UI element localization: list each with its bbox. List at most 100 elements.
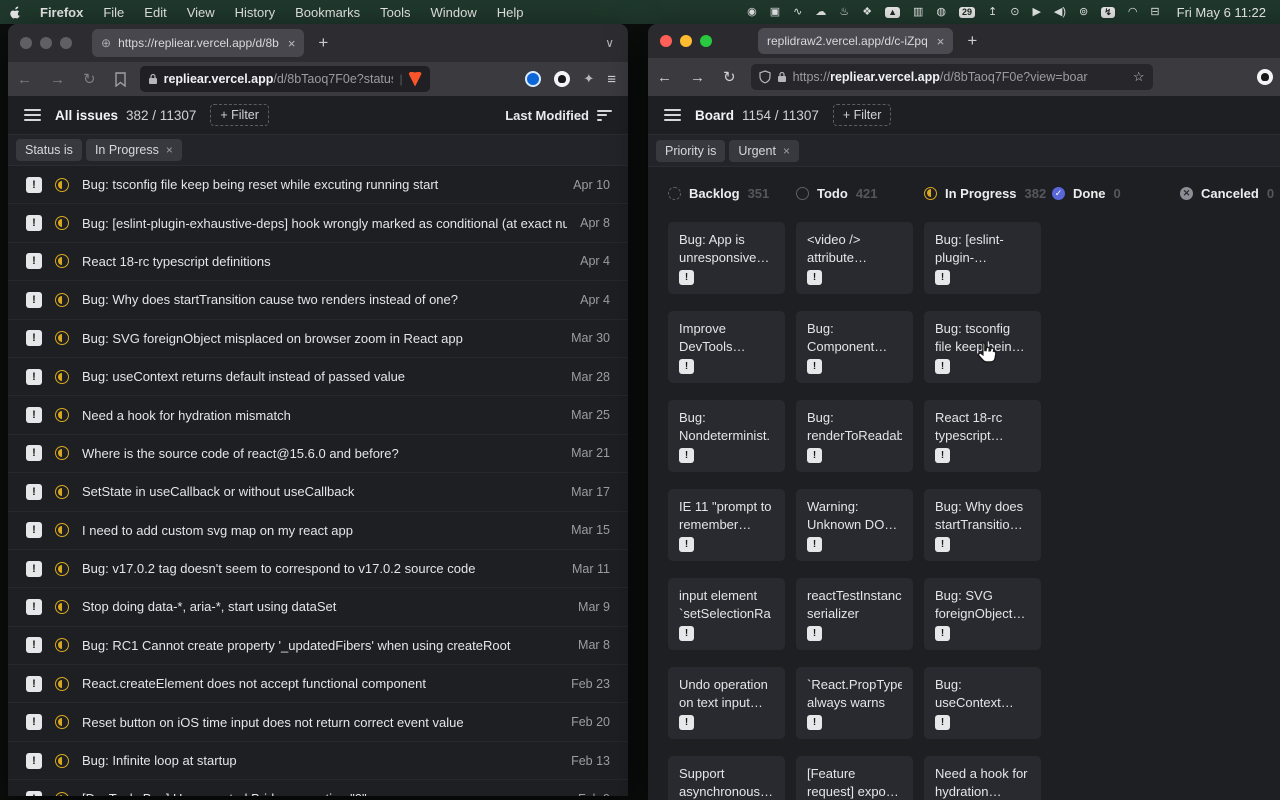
priority-urgent-icon[interactable]: ! [679, 359, 694, 374]
priority-urgent-icon[interactable]: ! [679, 270, 694, 285]
filter-chip[interactable]: In Progress × [86, 139, 182, 161]
priority-urgent-icon[interactable]: ! [807, 626, 822, 641]
status-in-progress-icon[interactable] [55, 331, 69, 345]
menu-history[interactable]: History [225, 5, 285, 20]
apple-menu-icon[interactable] [0, 5, 30, 20]
menu-tools[interactable]: Tools [370, 5, 420, 20]
menu-window[interactable]: Window [421, 5, 487, 20]
status-in-progress-icon[interactable] [55, 562, 69, 576]
board-card[interactable]: Bug: renderToReadab ! [796, 400, 913, 472]
control-center-icon[interactable]: ⊟ [1150, 7, 1159, 18]
forward-button[interactable]: → [681, 69, 714, 86]
issue-row[interactable]: ! I need to add custom svg map on my rea… [8, 512, 628, 550]
priority-urgent-icon[interactable]: ! [26, 445, 42, 461]
priority-urgent-icon[interactable]: ! [807, 715, 822, 730]
issue-row[interactable]: ! React.createElement does not accept fu… [8, 665, 628, 703]
priority-urgent-icon[interactable]: ! [807, 448, 822, 463]
sort-control[interactable]: Last Modified [505, 108, 612, 123]
filter-chip[interactable]: Priority is [656, 140, 725, 162]
issue-row[interactable]: ! Where is the source code of react@15.6… [8, 435, 628, 473]
priority-urgent-icon[interactable]: ! [807, 537, 822, 552]
filter-chip[interactable]: Urgent × [729, 140, 799, 162]
issue-row[interactable]: ! React 18-rc typescript definitions Apr… [8, 243, 628, 281]
issue-row[interactable]: ! Reset button on iOS time input does no… [8, 703, 628, 741]
bookmark-icon[interactable] [105, 72, 136, 87]
menu-edit[interactable]: Edit [134, 5, 176, 20]
status-in-progress-icon[interactable] [55, 408, 69, 422]
status-in-progress-icon[interactable] [55, 446, 69, 460]
issue-row[interactable]: ! Bug: [eslint-plugin-exhaustive-deps] h… [8, 204, 628, 242]
browser-menu-icon[interactable]: ≡ [607, 71, 616, 88]
priority-urgent-icon[interactable]: ! [935, 626, 950, 641]
issue-row[interactable]: ! Bug: Why does startTransition cause tw… [8, 281, 628, 319]
priority-urgent-icon[interactable]: ! [26, 177, 42, 193]
priority-urgent-icon[interactable]: ! [26, 369, 42, 385]
bookmark-star-icon[interactable]: ☆ [1133, 69, 1145, 85]
board-card[interactable]: [Feature request] expo… ! [796, 756, 913, 800]
status-in-progress-icon[interactable] [55, 600, 69, 614]
record-icon[interactable]: ◉ [747, 7, 757, 18]
menubar-app-name[interactable]: Firefox [30, 5, 93, 20]
board-card[interactable]: IE 11 "prompt to remember… ! [668, 489, 785, 561]
board-card[interactable]: Bug: Why does startTransitio… ! [924, 489, 1041, 561]
issue-row[interactable]: ! SetState in useCallback or without use… [8, 473, 628, 511]
back-button[interactable]: ← [8, 71, 41, 88]
priority-urgent-icon[interactable]: ! [935, 448, 950, 463]
issue-row[interactable]: ! Bug: v17.0.2 tag doesn't seem to corre… [8, 550, 628, 588]
priority-urgent-icon[interactable]: ! [26, 753, 42, 769]
close-window-button[interactable] [660, 35, 672, 47]
priority-urgent-icon[interactable]: ! [26, 253, 42, 269]
menu-help[interactable]: Help [487, 5, 534, 20]
cloud-icon[interactable]: ☁ [815, 7, 826, 18]
board-card[interactable]: <video /> attribute… ! [796, 222, 913, 294]
drafts-icon[interactable]: ▲ [885, 7, 900, 18]
priority-urgent-icon[interactable]: ! [935, 537, 950, 552]
menu-view[interactable]: View [177, 5, 225, 20]
board-card[interactable]: reactTestInstanc serializer ! [796, 578, 913, 650]
browser-tab[interactable]: ⊕ https://repliear.vercel.app/d/8b × [92, 29, 304, 57]
back-button[interactable]: ← [648, 69, 681, 86]
priority-urgent-icon[interactable]: ! [935, 270, 950, 285]
calendar-icon[interactable]: 29 [959, 7, 975, 18]
status-in-progress-icon[interactable] [55, 216, 69, 230]
board-card[interactable]: Warning: Unknown DO… ! [796, 489, 913, 561]
issue-row[interactable]: ! [DevTools Bug] Unsupported Bridge oper… [8, 780, 628, 796]
menubar-clock[interactable]: Fri May 6 11:22 [1177, 5, 1266, 20]
docker-icon[interactable]: ♨ [839, 7, 849, 18]
forward-button[interactable]: → [41, 71, 74, 88]
reload-button[interactable]: ↻ [714, 68, 745, 86]
browser-tab[interactable]: replidraw2.vercel.app/d/c-iZpq × [758, 28, 953, 54]
board-card[interactable]: Undo operation on text input… ! [668, 667, 785, 739]
issue-row[interactable]: ! Bug: SVG foreignObject misplaced on br… [8, 320, 628, 358]
issue-row[interactable]: ! Bug: useContext returns default instea… [8, 358, 628, 396]
right-window-controls[interactable] [648, 35, 724, 47]
issue-row[interactable]: ! Need a hook for hydration mismatch Mar… [8, 396, 628, 434]
priority-urgent-icon[interactable]: ! [807, 270, 822, 285]
issue-row[interactable]: ! Stop doing data-*, aria-*, start using… [8, 588, 628, 626]
board-card[interactable]: Support asynchronous… ! [668, 756, 785, 800]
board-card[interactable]: Bug: useContext… ! [924, 667, 1041, 739]
add-filter-button[interactable]: + Filter [210, 104, 269, 126]
sidebar-toggle-icon[interactable] [664, 109, 681, 121]
issue-row[interactable]: ! Bug: tsconfig file keep being reset wh… [8, 166, 628, 204]
board-card[interactable]: Need a hook for hydration… ! [924, 756, 1041, 800]
priority-urgent-icon[interactable]: ! [26, 561, 42, 577]
minimize-window-button[interactable] [680, 35, 692, 47]
board-card[interactable]: React 18-rc typescript… ! [924, 400, 1041, 472]
columns-icon[interactable]: ▥ [913, 7, 923, 18]
priority-urgent-icon[interactable]: ! [679, 448, 694, 463]
board-card[interactable]: Bug: [eslint-plugin-… ! [924, 222, 1041, 294]
board-card[interactable]: Bug: SVG foreignObject… ! [924, 578, 1041, 650]
priority-urgent-icon[interactable]: ! [26, 599, 42, 615]
tab-close-icon[interactable]: × [935, 34, 945, 49]
address-bar[interactable]: repliear.vercel.app/d/8bTaoq7F0e?statusF… [140, 66, 430, 92]
priority-urgent-icon[interactable]: ! [26, 292, 42, 308]
menu-file[interactable]: File [93, 5, 134, 20]
priority-urgent-icon[interactable]: ! [679, 626, 694, 641]
zoom-window-button[interactable] [700, 35, 712, 47]
priority-urgent-icon[interactable]: ! [26, 714, 42, 730]
sidebar-toggle-icon[interactable] [24, 109, 41, 121]
priority-urgent-icon[interactable]: ! [26, 522, 42, 538]
priority-urgent-icon[interactable]: ! [679, 537, 694, 552]
issue-row[interactable]: ! Bug: Infinite loop at startup Feb 13 [8, 742, 628, 780]
